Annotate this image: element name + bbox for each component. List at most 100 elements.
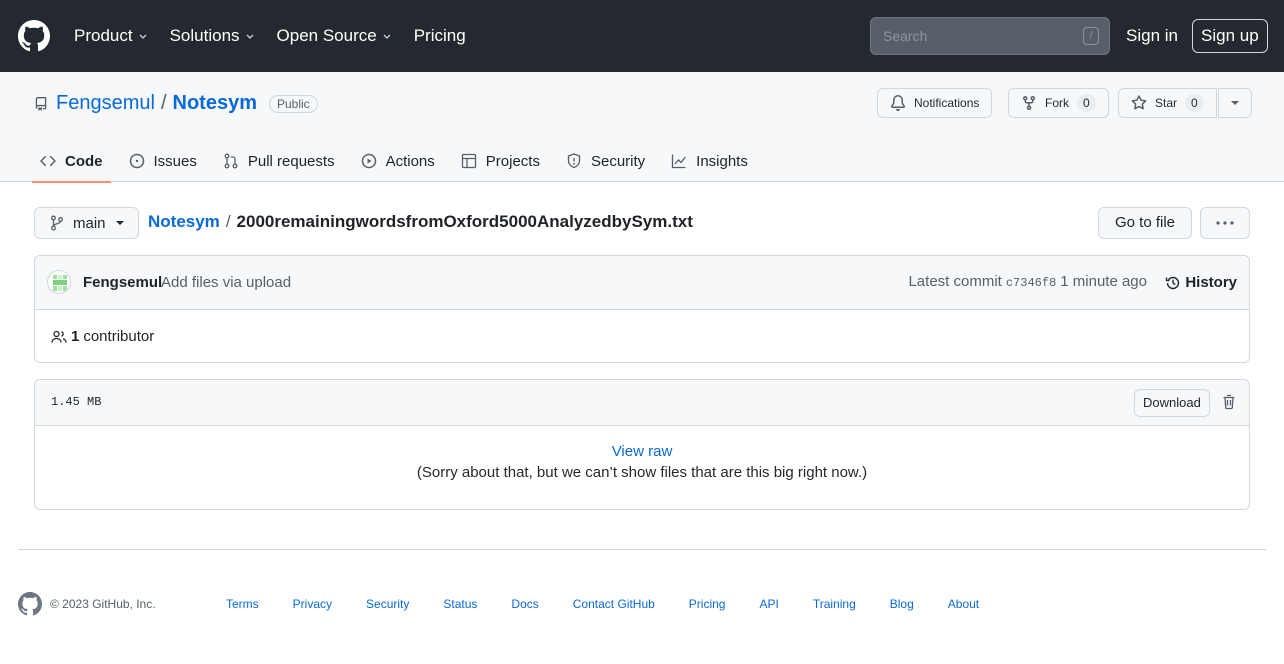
play-icon <box>361 153 376 169</box>
tab-projects[interactable]: Projects <box>453 140 548 182</box>
tab-label: Security <box>590 152 646 170</box>
history-icon <box>1166 276 1180 289</box>
tab-label: Actions <box>385 152 435 170</box>
footer-link-privacy[interactable]: Privacy <box>293 597 332 611</box>
latest-commit-info: Latest commit c7346f8 1 minute ago <box>908 273 1147 290</box>
repo-header: Fengsemul / Notesym Public Notifications… <box>0 72 1284 183</box>
repo-name-link[interactable]: Notesym <box>173 92 257 115</box>
nav-product[interactable]: Product <box>74 26 148 46</box>
tab-issues[interactable]: Issues <box>121 140 205 182</box>
chevron-down-icon <box>246 34 253 39</box>
repo-owner-link[interactable]: Fengsemul <box>56 92 155 115</box>
commit-message-link[interactable]: Add files via upload <box>161 274 291 291</box>
git-branch-icon <box>51 215 63 231</box>
repo-tabs: Code Issues Pull requests Actions Projec… <box>32 140 766 183</box>
shield-icon <box>567 153 581 169</box>
search-shortcut-hint: / <box>1083 27 1099 45</box>
view-raw-link[interactable]: View raw <box>35 443 1249 460</box>
file-header: 1.45 MB Download <box>35 380 1249 426</box>
footer-link-api[interactable]: API <box>759 597 778 611</box>
history-label: History <box>1185 274 1237 291</box>
tab-code[interactable]: Code <box>32 140 111 183</box>
visibility-badge: Public <box>268 94 318 113</box>
repo-title: Fengsemul / Notesym Public <box>34 92 318 115</box>
tab-label: Projects <box>485 152 540 170</box>
nav-label: Open Source <box>276 26 377 45</box>
tab-pull-requests[interactable]: Pull requests <box>215 140 343 182</box>
fork-count: 0 <box>1077 94 1096 112</box>
star-list-dropdown[interactable] <box>1218 88 1252 118</box>
caret-down-icon <box>115 221 124 225</box>
file-size: 1.45 MB <box>51 395 102 409</box>
avatar[interactable] <box>47 270 71 294</box>
nav-label: Solutions <box>169 26 240 45</box>
global-header: Product Solutions Open Source Pricing / … <box>0 0 1284 72</box>
repo-icon <box>35 96 47 111</box>
tab-actions[interactable]: Actions <box>353 140 443 182</box>
commit-author-link[interactable]: Fengsemul <box>83 274 162 291</box>
search-box[interactable]: / <box>870 17 1110 55</box>
path-separator: / <box>160 92 167 114</box>
download-button[interactable]: Download <box>1134 389 1210 417</box>
footer-link-about[interactable]: About <box>948 597 979 611</box>
go-to-file-button[interactable]: Go to file <box>1098 207 1193 239</box>
search-input[interactable] <box>883 28 1063 44</box>
identicon-icon <box>53 275 67 291</box>
fork-label: Fork <box>1045 96 1069 110</box>
nav-solutions[interactable]: Solutions <box>170 26 255 46</box>
breadcrumb-repo-link[interactable]: Notesym <box>148 212 220 232</box>
github-logo-icon[interactable] <box>18 20 50 52</box>
github-logo-icon[interactable] <box>18 592 42 616</box>
graph-icon <box>672 154 687 169</box>
footer-link-security[interactable]: Security <box>366 597 409 611</box>
trash-icon[interactable] <box>1221 394 1237 410</box>
breadcrumb: Notesym / 2000remainingwordsfromOxford50… <box>148 212 693 232</box>
main-nav: Product Solutions Open Source Pricing <box>74 0 488 72</box>
footer-link-blog[interactable]: Blog <box>890 597 914 611</box>
star-button[interactable]: Star 0 <box>1118 88 1217 118</box>
footer-link-training[interactable]: Training <box>813 597 856 611</box>
footer-link-pricing[interactable]: Pricing <box>689 597 726 611</box>
tab-security[interactable]: Security <box>558 140 653 182</box>
caret-down-icon <box>1231 101 1239 105</box>
tab-label: Issues <box>153 152 197 170</box>
issue-icon <box>129 153 144 169</box>
breadcrumb-filename: 2000remainingwordsfromOxford5000Analyzed… <box>236 212 693 231</box>
history-button[interactable]: History <box>1165 274 1237 291</box>
tab-label: Insights <box>696 152 748 170</box>
footer-link-docs[interactable]: Docs <box>511 597 538 611</box>
code-icon <box>40 155 56 167</box>
star-count: 0 <box>1185 94 1204 112</box>
tab-label: Pull requests <box>247 152 335 170</box>
file-too-large-message: (Sorry about that, but we can’t show fil… <box>416 464 868 481</box>
footer-links: Terms Privacy Security Status Docs Conta… <box>226 597 1013 611</box>
chevron-down-icon <box>383 34 391 39</box>
nav-open-source[interactable]: Open Source <box>277 26 392 46</box>
footer-link-status[interactable]: Status <box>443 597 477 611</box>
sign-up-button[interactable]: Sign up <box>1192 19 1268 53</box>
people-icon <box>51 330 67 343</box>
footer-link-contact[interactable]: Contact GitHub <box>573 597 655 611</box>
sign-in-link[interactable]: Sign in <box>1126 26 1178 46</box>
nav-pricing[interactable]: Pricing <box>414 26 466 46</box>
contributors-link[interactable]: 1 contributor <box>51 328 154 345</box>
notifications-label: Notifications <box>914 96 980 110</box>
fork-icon <box>1023 96 1035 111</box>
commit-header: Fengsemul Add files via upload Latest co… <box>35 256 1249 310</box>
table-icon <box>461 153 476 169</box>
commit-sha-link[interactable]: c7346f8 <box>1006 276 1056 290</box>
more-options-button[interactable] <box>1200 207 1250 239</box>
star-label: Star <box>1155 96 1178 110</box>
bell-icon <box>890 95 905 111</box>
file-viewer: 1.45 MB Download View raw (Sorry about t… <box>34 379 1250 510</box>
kebab-horizontal-icon <box>1216 221 1234 225</box>
contributors-count: 1 <box>71 328 80 345</box>
tab-insights[interactable]: Insights <box>663 140 756 182</box>
latest-commit-box: Fengsemul Add files via upload Latest co… <box>34 255 1250 363</box>
branch-select-button[interactable]: main <box>34 207 139 239</box>
footer-link-terms[interactable]: Terms <box>226 597 259 611</box>
nav-label: Pricing <box>413 26 466 45</box>
notifications-button[interactable]: Notifications <box>877 88 993 118</box>
nav-label: Product <box>74 26 133 45</box>
fork-button[interactable]: Fork 0 <box>1008 88 1109 118</box>
